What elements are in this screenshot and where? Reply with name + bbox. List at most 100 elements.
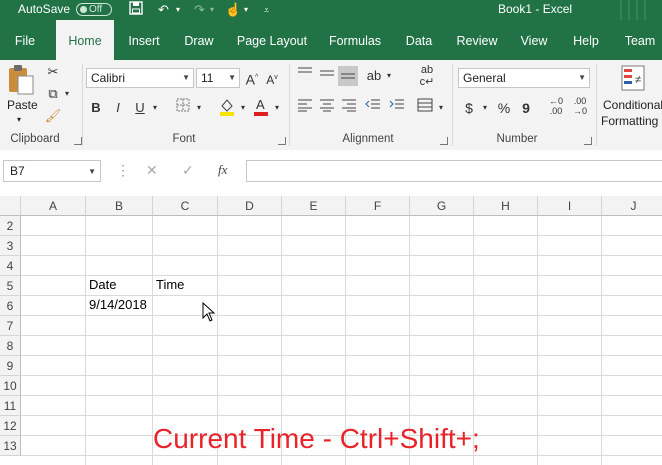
row-header-3[interactable]: 3 xyxy=(0,236,21,256)
paste-dropdown-icon[interactable]: ▾ xyxy=(17,115,21,124)
decrease-indent-icon[interactable] xyxy=(364,98,382,118)
currency-button[interactable]: $ xyxy=(462,98,476,118)
tab-file[interactable]: File xyxy=(2,20,48,60)
cancel-entry-icon[interactable]: ✕ xyxy=(146,162,158,179)
row-header-7[interactable]: 7 xyxy=(0,316,21,336)
tab-team[interactable]: Team xyxy=(618,20,662,60)
clipboard-launcher-icon[interactable] xyxy=(74,137,82,145)
copy-dropdown-icon[interactable]: ▾ xyxy=(62,84,72,104)
cell-b5[interactable]: Date xyxy=(89,275,116,295)
font-size-dropdown[interactable]: 11 ▼ xyxy=(196,68,240,88)
comma-button[interactable]: 9 xyxy=(518,98,534,118)
font-name-dropdown[interactable]: Calibri ▼ xyxy=(86,68,194,88)
underline-button[interactable]: U xyxy=(132,98,148,118)
middle-align-icon[interactable] xyxy=(318,66,336,86)
increase-indent-icon[interactable] xyxy=(388,98,406,118)
column-header-e[interactable]: E xyxy=(282,196,346,216)
formula-bar-more-icon[interactable]: ⋮ xyxy=(116,162,130,179)
tab-view[interactable]: View xyxy=(512,20,556,60)
select-all-corner[interactable] xyxy=(0,196,21,216)
enter-entry-icon[interactable]: ✓ xyxy=(182,162,194,179)
redo-icon[interactable]: ↷ xyxy=(194,1,205,19)
font-color-dropdown-icon[interactable]: ▾ xyxy=(272,98,282,118)
cell-b6[interactable]: 9/14/2018 xyxy=(89,295,147,315)
row-header-5[interactable]: 5 xyxy=(0,276,21,296)
top-align-icon[interactable] xyxy=(296,66,314,86)
row-header-10[interactable]: 10 xyxy=(0,376,21,396)
merge-center-icon[interactable] xyxy=(416,98,434,118)
column-header-h[interactable]: H xyxy=(474,196,538,216)
formula-input[interactable] xyxy=(246,160,662,182)
conditional-formatting-icon[interactable]: ≠ xyxy=(620,64,648,97)
tab-home[interactable]: Home xyxy=(56,20,114,60)
insert-function-icon[interactable]: fx xyxy=(218,162,227,178)
column-header-j[interactable]: J xyxy=(602,196,662,216)
merge-dropdown-icon[interactable]: ▾ xyxy=(436,98,446,118)
row-header-11[interactable]: 11 xyxy=(0,396,21,416)
row-header-4[interactable]: 4 xyxy=(0,256,21,276)
align-right-icon[interactable] xyxy=(340,98,358,118)
fill-color-dropdown-icon[interactable]: ▾ xyxy=(238,98,248,118)
wrap-text-icon[interactable]: ab c↵ xyxy=(418,64,436,88)
align-left-icon[interactable] xyxy=(296,98,314,118)
column-header-a[interactable]: A xyxy=(21,196,86,216)
font-color-icon[interactable]: A xyxy=(252,96,270,122)
align-center-icon[interactable] xyxy=(318,98,336,118)
row-header-9[interactable]: 9 xyxy=(0,356,21,376)
font-launcher-icon[interactable] xyxy=(278,137,286,145)
column-header-g[interactable]: G xyxy=(410,196,474,216)
increase-font-size-icon[interactable]: A^ xyxy=(244,68,260,90)
undo-dropdown-icon[interactable]: ▾ xyxy=(176,1,180,19)
tab-data[interactable]: Data xyxy=(396,20,442,60)
decrease-font-size-icon[interactable]: Av xyxy=(264,68,280,90)
row-header-6[interactable]: 6 xyxy=(0,296,21,316)
column-header-b[interactable]: B xyxy=(86,196,153,216)
tab-draw[interactable]: Draw xyxy=(176,20,222,60)
redo-dropdown-icon[interactable]: ▾ xyxy=(210,1,214,19)
row-header-2[interactable]: 2 xyxy=(0,216,21,236)
column-header-i[interactable]: I xyxy=(538,196,602,216)
row-header-12[interactable]: 12 xyxy=(0,416,21,436)
increase-decimal-icon[interactable]: ←0.00 xyxy=(546,96,566,116)
orientation-dropdown-icon[interactable]: ▾ xyxy=(384,66,394,86)
borders-icon[interactable] xyxy=(174,98,192,118)
row-header-13[interactable]: 13 xyxy=(0,436,21,456)
paste-icon[interactable] xyxy=(6,64,36,95)
conditional-formatting-button[interactable]: Conditional xyxy=(603,98,662,112)
number-launcher-icon[interactable] xyxy=(584,137,592,145)
currency-dropdown-icon[interactable]: ▾ xyxy=(480,98,490,118)
format-painter-icon[interactable]: 🖌 xyxy=(44,106,62,126)
tab-formulas[interactable]: Formulas xyxy=(322,20,388,60)
formula-bar: B7 ▼ ⋮ ✕ ✓ fx xyxy=(0,150,662,196)
copy-icon[interactable]: ⧉ xyxy=(44,84,62,104)
name-box[interactable]: B7 ▼ xyxy=(3,160,101,182)
decrease-decimal-icon[interactable]: .00 →0 xyxy=(570,96,590,116)
column-header-c[interactable]: C xyxy=(153,196,218,216)
italic-button[interactable]: I xyxy=(110,98,126,118)
customize-qat-icon[interactable]: ⩡ xyxy=(264,1,269,19)
tab-insert[interactable]: Insert xyxy=(120,20,168,60)
tab-help[interactable]: Help xyxy=(564,20,608,60)
save-icon[interactable] xyxy=(129,1,143,20)
tab-page-layout[interactable]: Page Layout xyxy=(230,20,314,60)
touch-dropdown-icon[interactable]: ▾ xyxy=(244,1,248,19)
touch-mode-icon[interactable]: ☝ xyxy=(225,1,241,19)
cut-icon[interactable]: ✂ xyxy=(44,62,62,82)
cell-c5[interactable]: Time xyxy=(156,275,184,295)
row-header-8[interactable]: 8 xyxy=(0,336,21,356)
paste-button[interactable]: Paste xyxy=(7,98,38,112)
column-header-d[interactable]: D xyxy=(218,196,282,216)
number-format-dropdown[interactable]: General ▼ xyxy=(458,68,590,88)
borders-dropdown-icon[interactable]: ▾ xyxy=(194,98,204,118)
tab-review[interactable]: Review xyxy=(450,20,504,60)
autosave-toggle[interactable]: Off xyxy=(76,3,112,16)
bottom-align-icon[interactable] xyxy=(338,66,358,86)
orientation-icon[interactable]: ab xyxy=(364,66,384,86)
column-header-f[interactable]: F xyxy=(346,196,410,216)
undo-icon[interactable]: ↶ xyxy=(158,1,169,19)
fill-color-icon[interactable] xyxy=(218,96,236,122)
percent-button[interactable]: % xyxy=(496,98,512,118)
bold-button[interactable]: B xyxy=(88,98,104,118)
underline-dropdown-icon[interactable]: ▾ xyxy=(150,98,160,118)
alignment-launcher-icon[interactable] xyxy=(440,137,448,145)
